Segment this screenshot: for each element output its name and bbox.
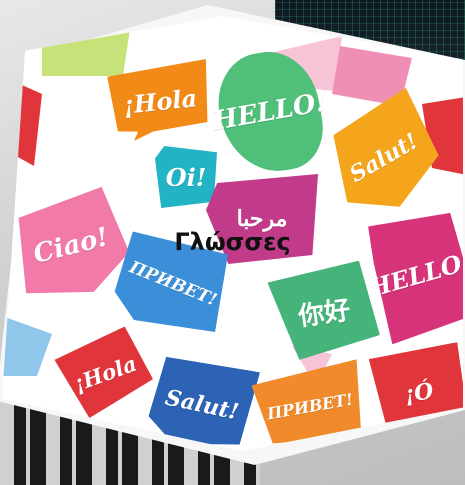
bubble-text: ¡Hola (70, 350, 140, 396)
hola-red-bubble: ¡Hola (52, 324, 158, 423)
bubble-text: 你好 (296, 295, 353, 332)
decor-shape (42, 16, 132, 76)
bubble-text: ¡Ó (402, 378, 436, 408)
bubble-text: ¡Hola (121, 82, 199, 120)
oi-bubble: Oi! (155, 146, 217, 208)
page-title: Γλώσσες (174, 228, 291, 256)
bubble-text: ПРИВЕТ! (126, 257, 220, 311)
bubble-text: Salut! (345, 128, 423, 188)
decor-shape (2, 76, 42, 166)
bubble-text: HELLO! (210, 87, 330, 137)
decor-shape (2, 316, 52, 376)
bubble-text: ПРИВЕТ! (265, 389, 355, 423)
nihao-bubble: 你好 (266, 259, 382, 363)
bubble-text: Salut! (162, 384, 242, 426)
bubble-text: Oi! (165, 162, 207, 192)
